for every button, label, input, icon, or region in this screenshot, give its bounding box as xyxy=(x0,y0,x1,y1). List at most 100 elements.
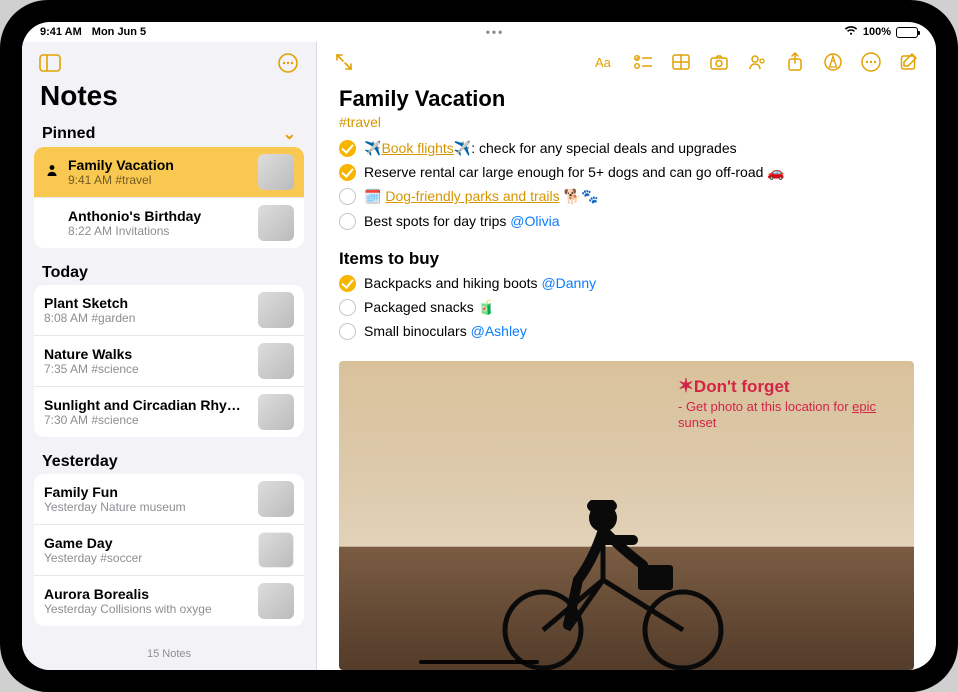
link[interactable]: Dog-friendly parks and trails xyxy=(385,188,559,204)
checklist-item[interactable]: Best spots for day trips @Olivia xyxy=(339,209,914,233)
checklist-main[interactable]: ✈️Book flights✈️: check for any special … xyxy=(339,136,914,233)
note-row-anthonios-birthday[interactable]: Anthonio's Birthday 8:22 AM Invitations xyxy=(34,197,304,248)
note-row-aurora-borealis[interactable]: Aurora Borealis Yesterday Collisions wit… xyxy=(34,575,304,626)
thumbnail xyxy=(258,532,294,568)
ipad-device-frame: 9:41 AM Mon Jun 5 ••• 100% xyxy=(0,0,958,692)
mention[interactable]: @Danny xyxy=(541,275,596,291)
note-meta: 8:22 AM Invitations xyxy=(68,224,250,238)
sidebar-more-button[interactable] xyxy=(272,50,304,76)
section-header-today: Today xyxy=(34,258,304,285)
checklist-text[interactable]: Packaged snacks 🧃 xyxy=(364,298,495,316)
text: Don't forget xyxy=(694,377,790,396)
note-row-family-vacation[interactable]: Family Vacation 9:41 AM #travel xyxy=(34,147,304,197)
camera-button[interactable] xyxy=(702,48,736,76)
compose-button[interactable] xyxy=(892,48,926,76)
note-meta: 9:41 AM #travel xyxy=(68,173,250,187)
note-row-plant-sketch[interactable]: Plant Sketch 8:08 AM #garden xyxy=(34,285,304,335)
thumbnail xyxy=(258,154,294,190)
toggle-sidebar-button[interactable] xyxy=(34,50,66,76)
checklist-text[interactable]: ✈️Book flights✈️: check for any special … xyxy=(364,139,737,157)
checklist-text[interactable]: 🗓️ Dog-friendly parks and trails 🐕🐾 xyxy=(364,187,598,205)
checklist-item[interactable]: ✈️Book flights✈️: check for any special … xyxy=(339,136,914,160)
star-icon: ✶ xyxy=(678,376,694,397)
checklist-text[interactable]: Reserve rental car large enough for 5+ d… xyxy=(364,163,785,181)
note-title: Plant Sketch xyxy=(44,295,250,311)
note-text: Game Day Yesterday #soccer xyxy=(44,535,250,565)
note-title[interactable]: Family Vacation xyxy=(339,86,914,112)
check-circle-icon[interactable] xyxy=(339,299,356,316)
thumbnail xyxy=(258,583,294,619)
multitask-dots-icon[interactable]: ••• xyxy=(486,25,505,39)
app-body: Notes Pinned ⌄ xyxy=(22,42,936,670)
collaborate-button[interactable] xyxy=(740,48,774,76)
checklist-item[interactable]: Backpacks and hiking boots @Danny xyxy=(339,271,914,295)
mention[interactable]: @Olivia xyxy=(510,213,559,229)
note-row-family-fun[interactable]: Family Fun Yesterday Nature museum xyxy=(34,474,304,524)
section-label: Yesterday xyxy=(42,453,118,471)
text: 🐕🐾 xyxy=(560,188,599,204)
status-right: 100% xyxy=(844,26,918,39)
checklist-button[interactable] xyxy=(626,48,660,76)
thumbnail xyxy=(258,343,294,379)
main-content[interactable]: Family Vacation #travel ✈️Book flights✈️… xyxy=(317,82,936,670)
checklist-item[interactable]: Reserve rental car large enough for 5+ d… xyxy=(339,160,914,184)
section-today: Today Plant Sketch 8:08 AM #garden xyxy=(22,258,316,437)
note-meta: 7:30 AM #science xyxy=(44,413,250,427)
home-indicator[interactable] xyxy=(419,660,539,664)
text: Backpacks and hiking boots xyxy=(364,275,541,291)
main-toolbar: Aa xyxy=(317,42,936,82)
sidebar-scroll[interactable]: Pinned ⌄ Family Vacation 9:41 AM #trav xyxy=(22,118,316,642)
note-row-nature-walks[interactable]: Nature Walks 7:35 AM #science xyxy=(34,335,304,386)
table-button[interactable] xyxy=(664,48,698,76)
checklist-item[interactable]: Small binoculars @Ashley xyxy=(339,319,914,343)
text: sunset xyxy=(678,415,716,430)
check-circle-icon[interactable] xyxy=(339,323,356,340)
text: Small binoculars xyxy=(364,323,471,339)
note-meta: 8:08 AM #garden xyxy=(44,311,250,325)
mention[interactable]: @Ashley xyxy=(471,323,527,339)
thumbnail xyxy=(258,481,294,517)
check-circle-icon[interactable] xyxy=(339,140,356,157)
note-title: Aurora Borealis xyxy=(44,586,250,602)
subheading[interactable]: Items to buy xyxy=(339,249,914,269)
more-button[interactable] xyxy=(854,48,888,76)
section-label: Today xyxy=(42,264,88,282)
note-text: Aurora Borealis Yesterday Collisions wit… xyxy=(44,586,250,616)
note-tag[interactable]: #travel xyxy=(339,114,914,130)
fullscreen-button[interactable] xyxy=(327,48,361,76)
section-header-yesterday: Yesterday xyxy=(34,447,304,474)
check-circle-icon[interactable] xyxy=(339,188,356,205)
handwriting-annotation: ✶Don't forget - Get photo at this locati… xyxy=(678,375,898,431)
handwriting-line1: ✶Don't forget xyxy=(678,375,898,399)
note-text: Anthonio's Birthday 8:22 AM Invitations xyxy=(68,208,250,238)
markup-button[interactable] xyxy=(816,48,850,76)
checklist-text[interactable]: Small binoculars @Ashley xyxy=(364,322,527,340)
status-bar: 9:41 AM Mon Jun 5 ••• 100% xyxy=(22,22,936,42)
note-title: Sunlight and Circadian Rhy… xyxy=(44,397,250,413)
text: Best spots for day trips xyxy=(364,213,510,229)
section-header-pinned[interactable]: Pinned ⌄ xyxy=(34,118,304,147)
checklist-text[interactable]: Best spots for day trips @Olivia xyxy=(364,212,560,230)
note-title: Family Fun xyxy=(44,484,250,500)
status-time: 9:41 AM xyxy=(40,26,82,38)
attached-image[interactable]: ✶Don't forget - Get photo at this locati… xyxy=(339,361,914,670)
checklist-items-to-buy[interactable]: Backpacks and hiking boots @Danny Packag… xyxy=(339,271,914,344)
checklist-text[interactable]: Backpacks and hiking boots @Danny xyxy=(364,274,596,292)
chevron-down-icon: ⌄ xyxy=(283,124,296,144)
share-button[interactable] xyxy=(778,48,812,76)
checklist-item[interactable]: Packaged snacks 🧃 xyxy=(339,295,914,319)
main-pane: Aa xyxy=(317,42,936,670)
check-circle-icon[interactable] xyxy=(339,164,356,181)
checklist-item[interactable]: 🗓️ Dog-friendly parks and trails 🐕🐾 xyxy=(339,184,914,208)
check-circle-icon[interactable] xyxy=(339,275,356,292)
text-format-button[interactable]: Aa xyxy=(588,48,622,76)
group-today: Plant Sketch 8:08 AM #garden Nature Walk… xyxy=(34,285,304,437)
note-text: Sunlight and Circadian Rhy… 7:30 AM #sci… xyxy=(44,397,250,427)
note-meta: Yesterday Collisions with oxyge xyxy=(44,602,250,616)
wifi-icon xyxy=(844,26,858,39)
note-row-sunlight-circadian[interactable]: Sunlight and Circadian Rhy… 7:30 AM #sci… xyxy=(34,386,304,437)
check-circle-icon[interactable] xyxy=(339,213,356,230)
status-center: ••• xyxy=(146,25,844,39)
note-row-game-day[interactable]: Game Day Yesterday #soccer xyxy=(34,524,304,575)
link[interactable]: Book flights xyxy=(381,140,453,156)
